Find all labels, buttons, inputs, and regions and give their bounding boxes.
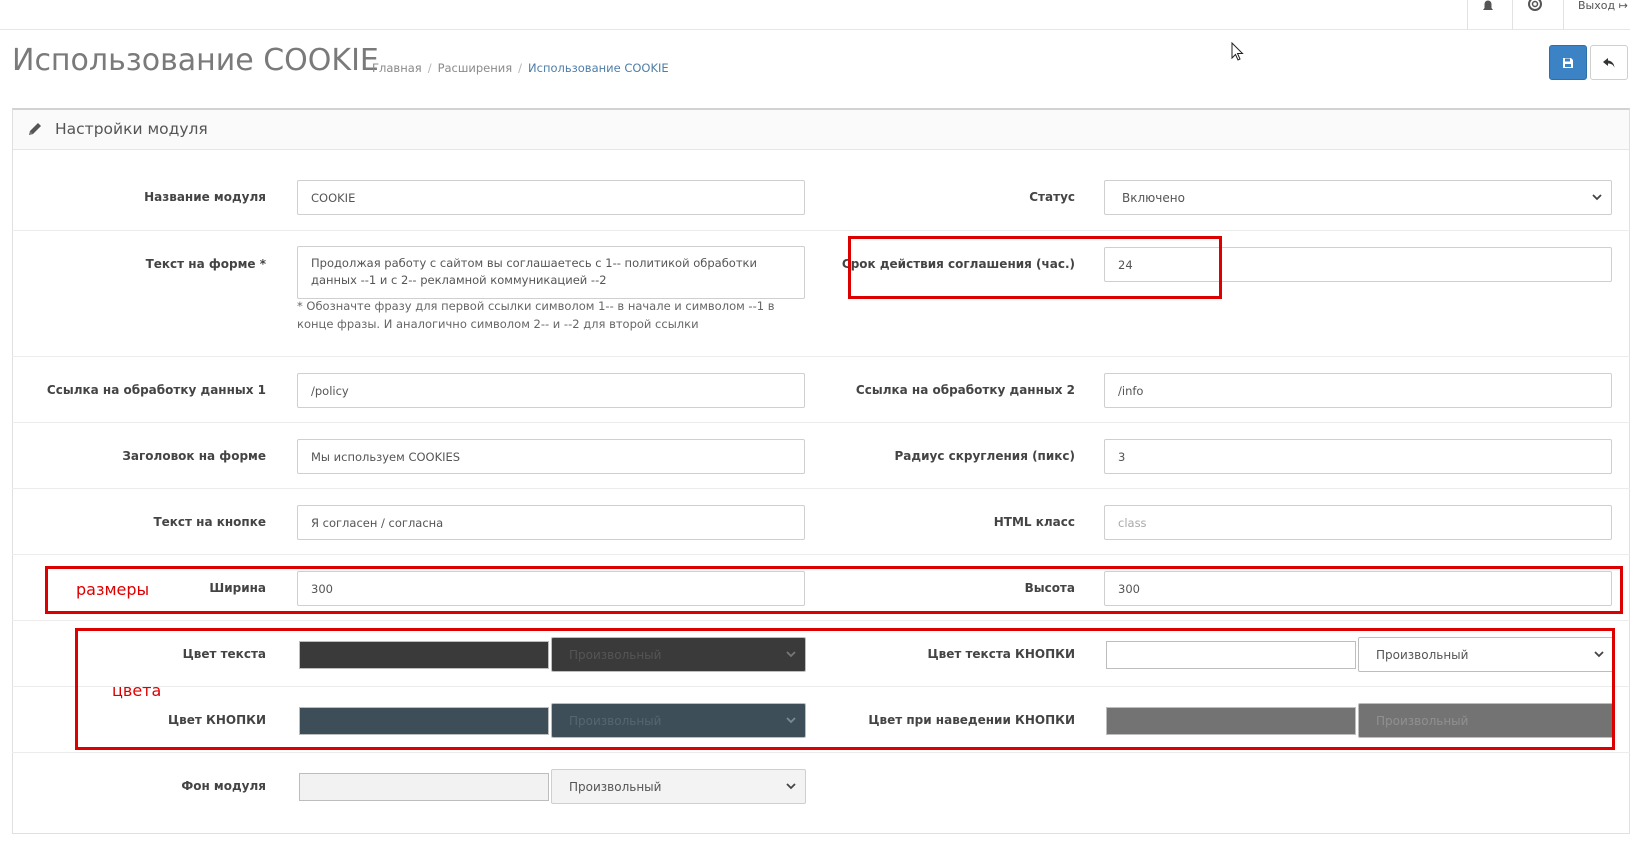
module-bg-option: Произвольный <box>569 779 662 794</box>
floppy-disk-icon <box>1563 57 1573 68</box>
form-heading-input[interactable]: Мы используем COOKIES <box>297 439 805 474</box>
navbar-divider <box>1512 0 1513 30</box>
form-text-label: Текст на форме * <box>145 257 266 271</box>
breadcrumb-separator: / <box>427 61 432 75</box>
reply-icon <box>1603 57 1615 67</box>
radius-label: Радиус скругления (пикс) <box>894 449 1075 463</box>
row-divider <box>12 620 1630 621</box>
status-select[interactable]: Включено <box>1104 180 1612 215</box>
row-divider <box>12 752 1630 753</box>
html-class-input[interactable]: class <box>1104 505 1612 540</box>
logout-label: Выход <box>1578 0 1616 12</box>
button-text-label: Текст на кнопке <box>153 515 266 529</box>
module-bg-label: Фон модуля <box>181 779 266 793</box>
bell-icon[interactable] <box>1479 0 1497 14</box>
link1-label: Ссылка на обработку данных 1 <box>46 383 266 397</box>
form-text-textarea[interactable]: Продолжая работу с сайтом вы соглашаетес… <box>297 246 805 299</box>
panel-title: Настройки модуля <box>55 120 208 138</box>
form-heading-label: Заголовок на форме <box>122 449 266 463</box>
link2-input[interactable]: /info <box>1104 373 1612 408</box>
save-button[interactable] <box>1549 45 1587 80</box>
row-divider <box>12 488 1630 489</box>
chevron-down-icon <box>786 783 796 790</box>
status-select-value: Включено <box>1122 190 1185 205</box>
logout-link[interactable]: Выход ↦ <box>1578 0 1628 12</box>
back-button[interactable] <box>1590 45 1628 80</box>
breadcrumb-current[interactable]: Использование COOKIE <box>528 61 669 75</box>
module-name-label: Название модуля <box>144 190 266 204</box>
link2-label: Ссылка на обработку данных 2 <box>855 383 1075 397</box>
row-divider <box>12 230 1630 231</box>
pencil-icon <box>29 123 41 135</box>
annotation-box-colors <box>75 628 1615 750</box>
lifebuoy-icon[interactable] <box>1526 0 1544 14</box>
annotation-colors: цвета <box>112 681 162 700</box>
navbar-divider <box>1467 0 1468 30</box>
annotation-box-term <box>848 236 1222 299</box>
chevron-down-icon <box>1592 194 1602 201</box>
mouse-cursor-icon <box>1231 41 1245 62</box>
navbar-divider <box>1563 0 1564 30</box>
annotation-box-sizes <box>45 566 1623 614</box>
module-bg-select[interactable]: Произвольный <box>551 769 806 804</box>
breadcrumb-extensions[interactable]: Расширения <box>438 61 513 75</box>
breadcrumb-separator: / <box>518 61 523 75</box>
row-divider <box>12 356 1630 357</box>
form-text-help: * Обозначте фразу для первой ссылки симв… <box>297 299 775 331</box>
top-navbar: Выход ↦ <box>0 0 1630 30</box>
panel-heading: Настройки модуля <box>13 110 1629 150</box>
module-name-input[interactable]: COOKIE <box>297 180 805 215</box>
status-label: Статус <box>1029 190 1075 204</box>
html-class-label: HTML класс <box>993 515 1075 529</box>
page-title: Использование COOKIE <box>12 43 379 78</box>
sign-out-icon: ↦ <box>1618 0 1628 12</box>
row-divider <box>12 554 1630 555</box>
annotation-sizes: размеры <box>76 580 150 599</box>
link1-input[interactable]: /policy <box>297 373 805 408</box>
button-text-input[interactable]: Я согласен / согласна <box>297 505 805 540</box>
module-bg-swatch[interactable] <box>299 773 549 801</box>
radius-input[interactable]: 3 <box>1104 439 1612 474</box>
row-divider <box>12 422 1630 423</box>
breadcrumb-home[interactable]: Главная <box>372 61 422 75</box>
breadcrumb: Главная / Расширения / Использование COOKIE <box>372 61 669 75</box>
